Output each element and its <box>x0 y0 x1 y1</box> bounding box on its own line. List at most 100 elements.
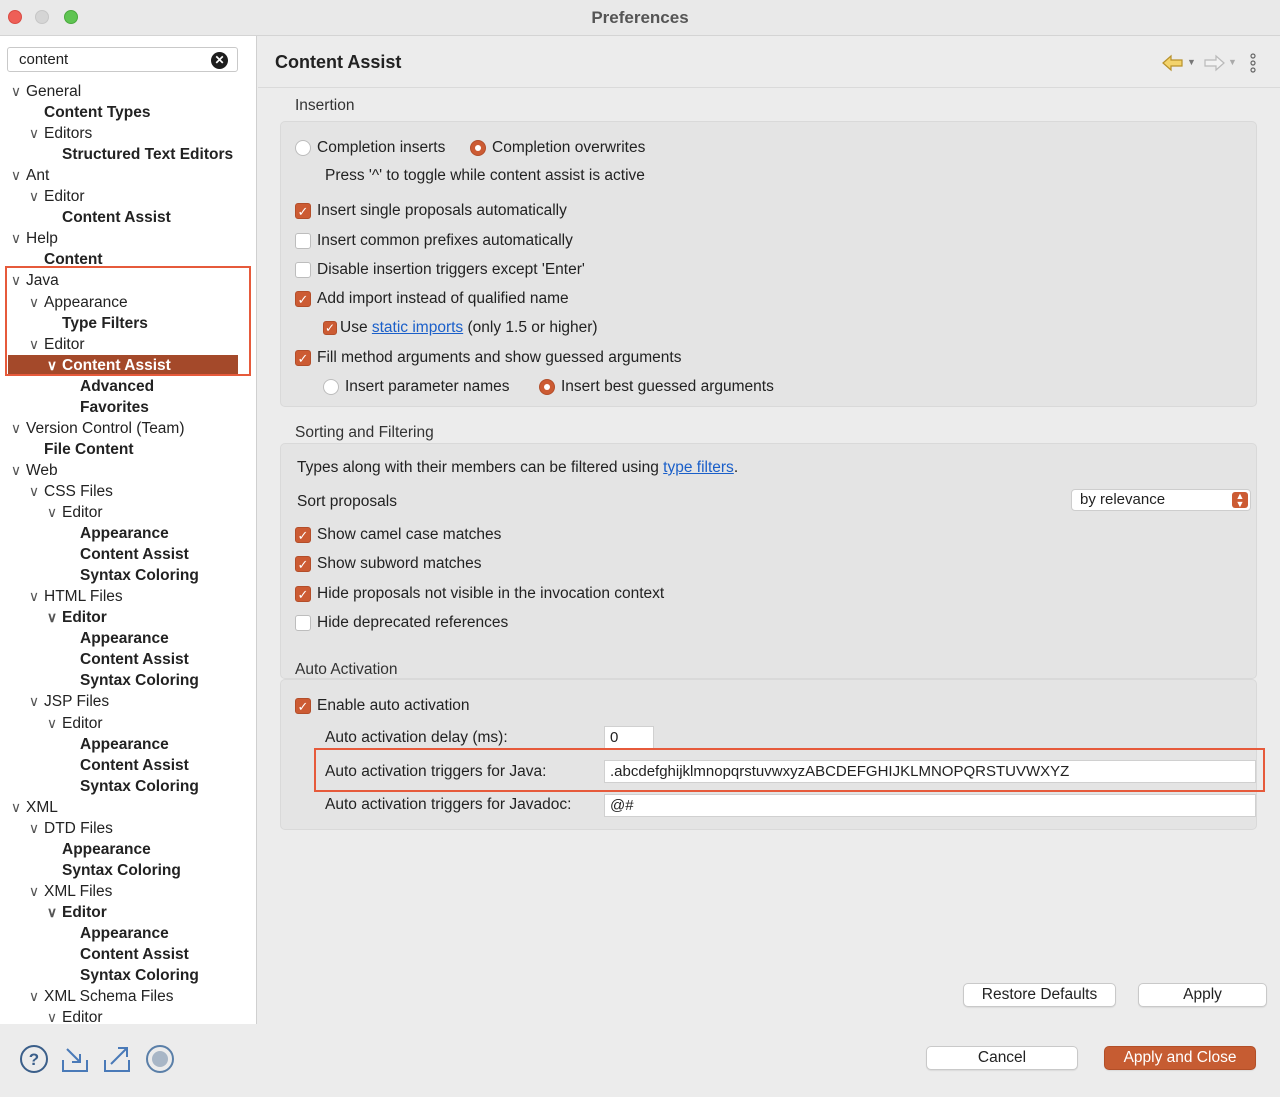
tree-item[interactable]: Syntax Coloring <box>0 965 256 986</box>
checkbox-box[interactable] <box>295 262 311 278</box>
tree-item[interactable]: ∨ Editor <box>0 902 256 923</box>
tree-item[interactable]: ∨ Editor <box>0 607 256 628</box>
chevron-down-icon[interactable]: ∨ <box>8 165 24 186</box>
chevron-down-icon[interactable]: ∨ <box>26 186 42 207</box>
javadoc-triggers-input[interactable]: @# <box>604 794 1256 817</box>
tree-item[interactable]: ∨ Ant <box>0 165 256 186</box>
tree-item[interactable]: ∨ Editor <box>0 1007 256 1024</box>
tree-item[interactable]: Structured Text Editors <box>0 144 256 165</box>
chevron-down-icon[interactable]: ∨ <box>8 228 24 249</box>
tree-item[interactable]: ∨ CSS Files <box>0 481 256 502</box>
chevron-down-icon[interactable]: ∨ <box>8 797 24 818</box>
chevron-down-icon[interactable]: ∨ <box>8 418 24 439</box>
tree-item[interactable]: Syntax Coloring <box>0 860 256 881</box>
chevron-down-icon[interactable]: ∨ <box>26 586 42 607</box>
radio-circle[interactable] <box>295 140 311 156</box>
more-menu-icon[interactable] <box>1248 52 1258 74</box>
chevron-down-icon[interactable]: ∨ <box>26 818 42 839</box>
chevron-down-icon[interactable]: ∨ <box>26 123 42 144</box>
sidebar-footer: ? <box>0 1024 257 1097</box>
tree-item[interactable]: ∨ JSP Files <box>0 691 256 712</box>
select-arrows-icon: ▲ ▼ <box>1232 492 1248 509</box>
tree-item[interactable]: Appearance <box>0 839 256 860</box>
chevron-down-icon[interactable]: ∨ <box>44 902 60 923</box>
chevron-down-icon[interactable]: ∨ <box>44 502 60 523</box>
tree-item[interactable]: Advanced <box>0 376 256 397</box>
checkbox-box[interactable] <box>295 233 311 249</box>
checkbox-box[interactable]: ✓ <box>295 527 311 543</box>
chevron-down-icon[interactable]: ∨ <box>8 81 24 102</box>
tree-item[interactable]: Appearance <box>0 523 256 544</box>
tree-item[interactable]: ∨ XML Schema Files <box>0 986 256 1007</box>
export-icon[interactable] <box>102 1044 132 1074</box>
chevron-down-icon[interactable]: ∨ <box>26 481 42 502</box>
chevron-down-icon[interactable]: ∨ <box>44 1007 60 1024</box>
chevron-down-icon[interactable]: ∨ <box>8 460 24 481</box>
tree-item[interactable]: File Content <box>0 439 256 460</box>
sort-proposals-select[interactable]: by relevance ▲ ▼ <box>1071 489 1251 511</box>
checkbox-box[interactable]: ✓ <box>295 586 311 602</box>
type-filters-link[interactable]: type filters <box>663 459 734 476</box>
tree-item[interactable]: ∨ Editor <box>0 186 256 207</box>
back-arrow-icon[interactable] <box>1162 54 1184 72</box>
page-header: Content Assist ▼ ▼ <box>258 36 1280 88</box>
tree-item[interactable]: ∨ General <box>0 81 256 102</box>
checkbox-box[interactable] <box>295 615 311 631</box>
tree-item[interactable]: Content Types <box>0 102 256 123</box>
tree-item[interactable]: Appearance <box>0 628 256 649</box>
chevron-down-icon[interactable]: ∨ <box>44 607 60 628</box>
checkbox-box[interactable]: ✓ <box>295 350 311 366</box>
restore-defaults-button[interactable]: Restore Defaults <box>963 983 1116 1007</box>
tree-item[interactable]: Content Assist <box>0 944 256 965</box>
add-import-label: Add import instead of qualified name <box>317 290 569 307</box>
chevron-down-icon[interactable]: ∨ <box>44 713 60 734</box>
tree-item[interactable]: Syntax Coloring <box>0 776 256 797</box>
help-icon[interactable]: ? <box>19 1044 49 1074</box>
forward-arrow-icon[interactable] <box>1203 54 1225 72</box>
tree-item[interactable]: ∨ XML <box>0 797 256 818</box>
delay-input[interactable]: 0 <box>604 726 654 749</box>
tree-item[interactable]: ∨ XML Files <box>0 881 256 902</box>
import-icon[interactable] <box>60 1044 90 1074</box>
tree-item[interactable]: ∨ Version Control (Team) <box>0 418 256 439</box>
forward-dropdown-icon[interactable]: ▼ <box>1228 57 1237 67</box>
clear-search-icon[interactable]: ✕ <box>211 52 228 69</box>
static-imports-link[interactable]: static imports <box>372 319 463 336</box>
cancel-button[interactable]: Cancel <box>926 1046 1078 1070</box>
tree-item[interactable]: ∨ Editors <box>0 123 256 144</box>
chevron-down-icon[interactable]: ∨ <box>26 881 42 902</box>
tree-item[interactable]: Syntax Coloring <box>0 565 256 586</box>
chevron-down-icon[interactable]: ∨ <box>26 691 42 712</box>
chevron-down-icon[interactable]: ∨ <box>26 986 42 1007</box>
oomph-icon[interactable] <box>145 1044 175 1074</box>
tree-item[interactable]: Content Assist <box>0 649 256 670</box>
tree-item[interactable]: ∨ Editor <box>0 713 256 734</box>
tree-item-label: Content Types <box>44 104 151 122</box>
checkbox-box[interactable]: ✓ <box>295 556 311 572</box>
back-dropdown-icon[interactable]: ▼ <box>1187 57 1196 67</box>
tree-item[interactable]: ∨ HTML Files <box>0 586 256 607</box>
tree-item[interactable]: ∨ DTD Files <box>0 818 256 839</box>
tree-item-label: CSS Files <box>44 482 113 500</box>
apply-button[interactable]: Apply <box>1138 983 1267 1007</box>
tree-item[interactable]: Content Assist <box>0 755 256 776</box>
radio-circle[interactable] <box>539 379 555 395</box>
tree-item[interactable]: ∨ Editor <box>0 502 256 523</box>
radio-circle[interactable] <box>470 140 486 156</box>
checkbox-box[interactable]: ✓ <box>323 321 337 335</box>
tree-item[interactable]: Content Assist <box>0 207 256 228</box>
tree-item[interactable]: Syntax Coloring <box>0 670 256 691</box>
tree-item-label: HTML Files <box>44 588 123 606</box>
tree-item[interactable]: ∨ Web <box>0 460 256 481</box>
checkbox-box[interactable]: ✓ <box>295 698 311 714</box>
tree-item[interactable]: Favorites <box>0 397 256 418</box>
tree-item[interactable]: Appearance <box>0 923 256 944</box>
apply-and-close-button[interactable]: Apply and Close <box>1104 1046 1256 1070</box>
filter-input[interactable]: content ✕ <box>7 47 238 72</box>
checkbox-box[interactable]: ✓ <box>295 291 311 307</box>
tree-item[interactable]: ∨ Help <box>0 228 256 249</box>
tree-item[interactable]: Content Assist <box>0 544 256 565</box>
checkbox-box[interactable]: ✓ <box>295 203 311 219</box>
radio-circle[interactable] <box>323 379 339 395</box>
tree-item[interactable]: Appearance <box>0 734 256 755</box>
